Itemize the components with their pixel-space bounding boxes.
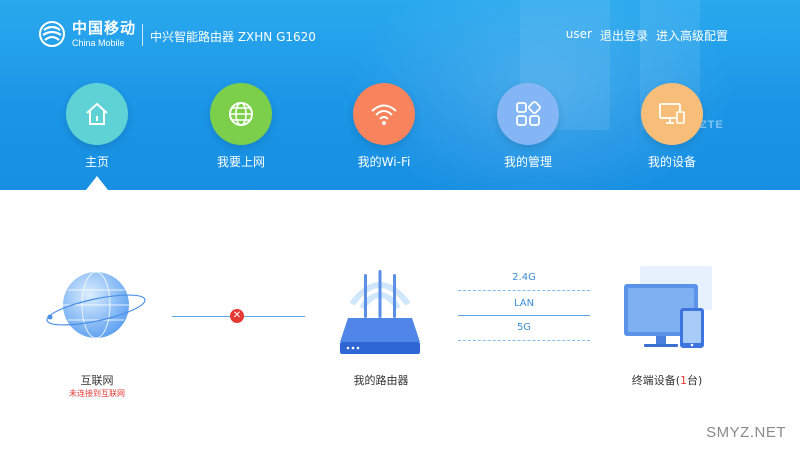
home-icon (86, 102, 108, 125)
active-tab-caret (86, 176, 108, 190)
band-label-2g: 2.4G (512, 272, 536, 283)
internet-label: 互联网 (80, 374, 114, 387)
terminal-devices-suffix: 台) (687, 374, 703, 387)
band-divider (458, 340, 590, 341)
nav-circle (353, 83, 415, 145)
nav-label: 我要上网 (216, 155, 265, 169)
network-topology: 互联网 未连接到互联网 ✕ 我的路由器 2.4G LAN 5G 终端设备(1台)… (0, 190, 800, 451)
site-watermark: SMYZ.NET (706, 424, 786, 441)
terminal-devices-label: 终端设备(1台) (612, 372, 722, 388)
logout-link[interactable]: 退出登录 (600, 27, 648, 44)
router-label: 我的路由器 (353, 374, 409, 387)
disconnected-error-icon: ✕ (230, 309, 244, 323)
brand-divider (142, 24, 143, 46)
nav-item-internet[interactable]: 我要上网 (191, 83, 291, 170)
wifi-icon (371, 104, 397, 125)
apps-icon (516, 101, 541, 126)
nav-item-management[interactable]: 我的管理 (478, 83, 578, 170)
nav-circle (210, 83, 272, 145)
nav-circle (66, 83, 128, 145)
username-link[interactable]: user (566, 27, 592, 44)
lan-link-line (458, 315, 590, 316)
brand: 中国移动 China Mobile (38, 20, 136, 48)
terminal-devices-count[interactable]: 1 (680, 374, 687, 387)
brand-name-en: China Mobile (72, 37, 125, 48)
header-banner: ZTE 中国移动 China Mobile 中兴智能路由器 ZXHN G1620… (0, 0, 800, 190)
brand-name-cn: 中国移动 (72, 18, 137, 37)
china-mobile-logo-icon (39, 21, 65, 47)
monitor-icon (659, 103, 685, 124)
nav-item-devices[interactable]: 我的设备 (622, 83, 722, 170)
nav-item-wifi[interactable]: 我的Wi-Fi (334, 83, 434, 170)
internet-status: 未连接到互联网 (69, 389, 125, 398)
router-icon[interactable] (330, 262, 430, 356)
nav-circle (641, 83, 703, 145)
globe-icon (229, 102, 253, 126)
band-label-5g: 5G (516, 322, 532, 333)
band-label-lan: LAN (513, 298, 535, 309)
band-divider (458, 290, 590, 291)
nav-label: 我的管理 (503, 155, 552, 169)
main-nav: 主页 我要上网 我的Wi-Fi 我的管理 我的设备 (0, 83, 800, 173)
nav-label: 我的设备 (647, 155, 696, 169)
nav-circle (497, 83, 559, 145)
advanced-config-link[interactable]: 进入高级配置 (656, 27, 728, 44)
nav-label: 主页 (84, 155, 109, 169)
terminal-devices-icon[interactable] (616, 264, 722, 354)
internet-globe-icon[interactable] (44, 268, 150, 342)
nav-item-home[interactable]: 主页 (47, 83, 147, 170)
product-title: 中兴智能路由器 ZXHN G1620 (150, 30, 316, 44)
nav-label: 我的Wi-Fi (357, 155, 411, 169)
terminal-devices-prefix: 终端设备( (631, 374, 680, 387)
top-links: user 退出登录 进入高级配置 (566, 27, 728, 44)
